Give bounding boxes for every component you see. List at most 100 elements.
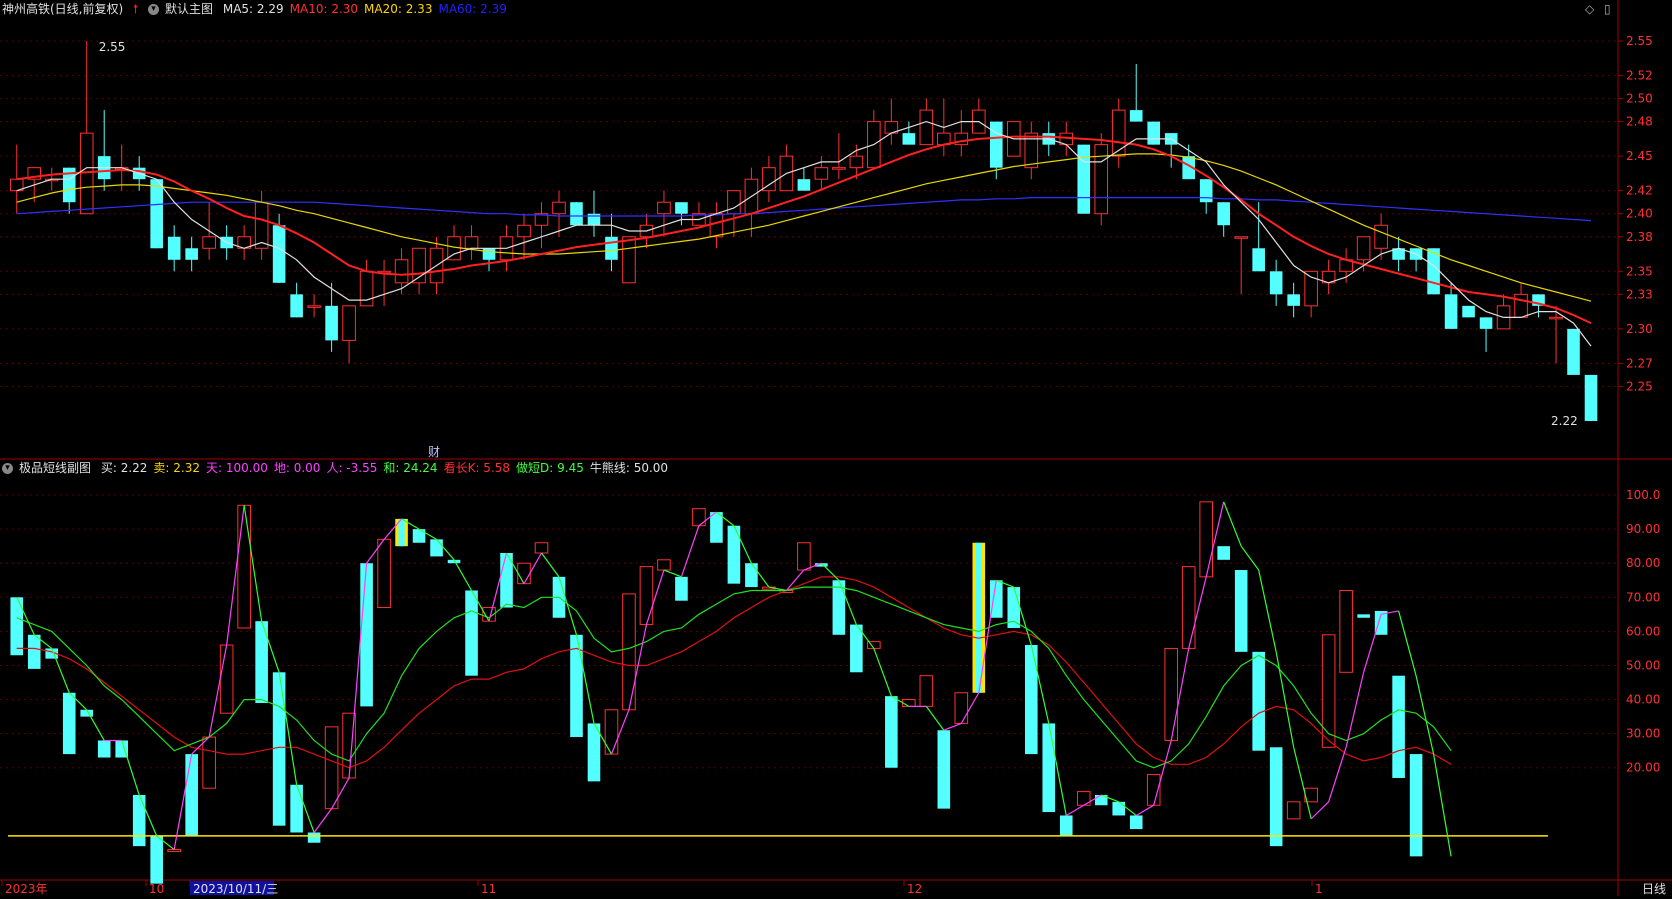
sub-tick-label: 30.00 <box>1626 727 1660 741</box>
time-tick-label: 2023/10/11/三 <box>193 882 278 896</box>
sub-bar-up <box>919 675 934 707</box>
candle-body-down <box>1269 271 1283 295</box>
sub-indicator-name[interactable]: 极品短线副图 <box>19 461 91 475</box>
candle-body-down <box>605 236 618 260</box>
panel-toggle-icon[interactable]: ▯ <box>1604 2 1611 16</box>
sub-bar-up <box>167 849 181 853</box>
candle-body-down <box>150 179 163 249</box>
candle-body-up <box>709 213 724 238</box>
collapse-icon[interactable]: ▾ <box>2 463 13 474</box>
candle-body-up <box>1514 293 1528 318</box>
price-tick-label: 2.40 <box>1626 207 1653 221</box>
candle-body-up <box>1234 236 1248 239</box>
candle-body-down <box>1147 121 1161 145</box>
candle-body-up <box>919 109 934 146</box>
candle-body-down <box>1217 202 1230 226</box>
sub-fast-line <box>453 559 473 591</box>
ma5-line <box>16 120 1592 347</box>
sub-fast-line <box>1223 501 1242 547</box>
sub-indicator-label: 看长K: 5.58 <box>443 461 511 475</box>
sub-bar-down <box>272 672 286 826</box>
sub-tick-label: 100.0 <box>1626 488 1660 502</box>
candle-body-down <box>1129 110 1143 122</box>
candle-body-up <box>832 167 846 170</box>
sub-fast-line <box>943 722 962 731</box>
ma10-line <box>16 135 1592 325</box>
sub-fast-line <box>1310 801 1330 820</box>
sub-bar-down <box>1059 815 1073 836</box>
sub-bar-up <box>1339 589 1353 673</box>
sub-tick-label: 20.00 <box>1626 761 1660 775</box>
time-tick-label: 11 <box>481 882 496 896</box>
sub-fast-line <box>1398 610 1417 676</box>
candle-body-up <box>1374 224 1388 249</box>
sub-bar-up <box>517 562 531 585</box>
candle-body-up <box>727 190 741 215</box>
sub-bar-up <box>1286 801 1301 820</box>
sub-bar-up <box>324 726 339 810</box>
diamond-icon[interactable]: ◇ <box>1585 2 1594 16</box>
sub-bar-down <box>1252 651 1265 751</box>
ma-label: MA10: 2.30 <box>289 2 359 16</box>
collapse-icon[interactable]: ▾ <box>148 4 159 15</box>
sub-bar-down <box>1234 570 1248 652</box>
sub-bar-up <box>1199 501 1213 578</box>
sub-fast-line <box>1345 672 1365 748</box>
candle-body-down <box>570 202 583 226</box>
sub-bar-down <box>97 740 111 758</box>
sub-bar-down <box>132 795 146 847</box>
sub-fast-line <box>820 562 840 581</box>
candle-body-down <box>1567 328 1580 375</box>
sub-bar-up <box>1321 634 1336 748</box>
time-tick-label: 2023年 <box>5 882 48 896</box>
candle-body-down <box>989 121 1003 168</box>
sub-bar-down <box>465 590 478 676</box>
sub-bar-up <box>902 699 916 707</box>
candle-body-down <box>482 248 496 260</box>
sub-bar-inner <box>398 518 405 547</box>
ma-label: MA60: 2.39 <box>438 2 507 16</box>
sub-bar-down <box>1409 754 1423 857</box>
sub-bar-down <box>1129 815 1143 830</box>
sub-bar-down <box>150 835 163 884</box>
sub-indicator-label: 人: -3.55 <box>326 461 378 475</box>
main-chart-header: 神州高铁(日线,前复权) 🠕 ▾ 默认主图 MA5: 2.29 MA10: 2.30… <box>2 1 519 17</box>
sub-chart-header: ▾ 极品短线副图 买: 2.22 卖: 2.32 天: 100.00 地: 0.00 人:… <box>2 460 680 476</box>
sub-bar-up <box>534 542 549 554</box>
sub-bar-up <box>657 559 671 571</box>
candle-body-up <box>1111 109 1126 157</box>
stock-name[interactable]: 神州高铁(日线,前复权) <box>2 2 123 16</box>
sub-indicator-label: 天: 100.00 <box>206 461 268 475</box>
sub-bar-up <box>202 736 216 789</box>
candle-body-down <box>1462 305 1475 318</box>
candle-body-up <box>1356 236 1371 261</box>
sub-bar-down <box>745 563 758 588</box>
ma-labels: MA5: 2.29 MA10: 2.30 MA20: 2.33 MA60: 2.39 <box>223 2 513 16</box>
kline-chart[interactable]: 2.55 2.52 2.50 2.48 2.45 2.42 2.40 2.38 2.35 2.33… <box>0 0 1672 896</box>
sub-tick-label: 60.00 <box>1626 624 1660 638</box>
sub-bar-up <box>954 692 969 724</box>
candle-body-up <box>1549 316 1563 320</box>
candle-body-up <box>307 305 321 308</box>
sub-bar-down <box>1217 546 1230 560</box>
candle-body-up <box>849 155 864 169</box>
candle-body-down <box>1077 144 1091 214</box>
price-tick-label: 2.42 <box>1626 184 1653 198</box>
period-label: 日线 <box>1642 882 1666 896</box>
sub-indicator-label: 卖: 2.32 <box>153 461 200 475</box>
sub-indicator-label: 和: 24.24 <box>383 461 438 475</box>
news-marker-icon: 财 <box>428 445 440 459</box>
sub-fast-line <box>1065 804 1085 816</box>
sub-tick-label: 70.00 <box>1626 590 1660 604</box>
candle-body-down <box>325 305 338 341</box>
candle-body-up <box>1094 144 1109 215</box>
high-price-marker: 2.55 <box>99 40 126 54</box>
candle-body-down <box>675 202 688 214</box>
overlay-name[interactable]: 默认主图 <box>165 2 213 16</box>
candle-body-down <box>902 133 916 145</box>
sub-bar-up <box>1164 647 1179 741</box>
time-tick-label: 1 <box>1315 882 1323 896</box>
sub-bar-up <box>219 644 234 714</box>
sub-fast-line <box>663 569 682 578</box>
price-tick-label: 2.55 <box>1626 34 1653 48</box>
